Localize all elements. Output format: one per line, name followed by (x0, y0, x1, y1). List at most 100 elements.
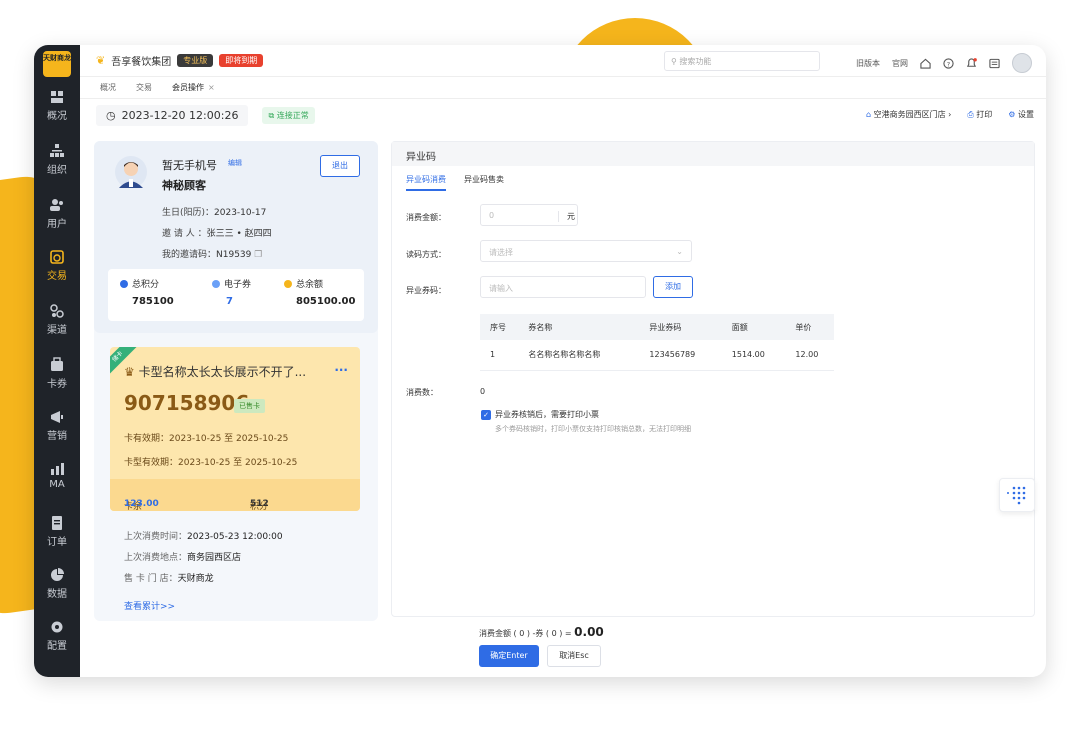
tab-overview[interactable]: 概况 (92, 79, 124, 96)
message-icon[interactable] (989, 58, 1000, 69)
member-stats: 总积分 785100 电子券 7 总余额 805100.00 (108, 269, 364, 321)
top-links: 旧版本 官网 ? (856, 53, 1032, 73)
sidebar-item-card[interactable]: 卡券 (34, 357, 80, 407)
card-title: ♛ 卡型名称太长太长展示不开了... (124, 363, 306, 380)
card-type-valid-row: 卡型有效期：2023-10-25 至 2025-10-25 (124, 455, 297, 468)
sidebar-item-label: 营销 (47, 431, 67, 442)
read-mode-placeholder: 请选择 (489, 248, 513, 257)
sidebar: 天财商龙 概况 组织 用户 交易 渠道 卡券 营销 MA 订单 数据 配置 (34, 45, 80, 677)
crown-icon: ♛ (124, 365, 139, 379)
user-avatar[interactable] (1012, 53, 1032, 73)
sidebar-item-channel[interactable]: 渠道 (34, 303, 80, 353)
points-stat: 总积分 785100 (120, 277, 174, 307)
old-version-link[interactable]: 旧版本 (856, 58, 880, 69)
tab-member-operation[interactable]: 会员操作 × (164, 79, 223, 96)
keypad-float-button[interactable] (999, 478, 1035, 512)
sidebar-item-order[interactable]: 订单 (34, 515, 80, 565)
store-name: 空港商务园西区门店 (873, 110, 946, 119)
stage: 天财商龙 概况 组织 用户 交易 渠道 卡券 营销 MA 订单 数据 配置 ❦ … (0, 0, 1080, 731)
code-table: 序号 券名称 异业券码 面额 单价 1 名名称名称名称名称 123456789 … (480, 314, 834, 371)
sidebar-item-settings[interactable]: 配置 (34, 619, 80, 669)
member-stored-card[interactable]: 储卡 ♛ 卡型名称太长太长展示不开了... ··· 907158906 已售卡 … (110, 347, 360, 511)
coupons-label: 电子券 (224, 280, 252, 290)
points-icon (120, 280, 128, 288)
card-valid-label: 卡有效期： (124, 434, 170, 444)
table-header: 面额 (721, 314, 786, 340)
invite-code-label: 我的邀请码： (162, 250, 217, 260)
coupons-stat[interactable]: 电子券 7 (212, 277, 251, 307)
amount-label: 消费金额： (406, 213, 446, 222)
data-icon (49, 567, 65, 583)
company-name[interactable]: 吾享餐饮集团 (111, 53, 171, 68)
card-type-valid-value: 2023-10-25 至 2025-10-25 (178, 458, 298, 468)
add-code-button[interactable]: 添加 (653, 276, 693, 298)
member-level: 神秘顾客 (162, 179, 206, 192)
store-selector[interactable]: ⌂ 空港商务园西区门店 › (866, 109, 951, 120)
datetime-text: 2023-12-20 12:00:26 (121, 108, 239, 122)
settings-button[interactable]: ⚙ 设置 (1008, 109, 1034, 120)
tab-cross-code-consume[interactable]: 异业码消费 (406, 174, 446, 191)
help-icon[interactable]: ? (943, 57, 954, 69)
table-row[interactable]: 1 名名称名称名称名称 123456789 1514.00 12.00 (480, 340, 834, 371)
sidebar-item-org[interactable]: 组织 (34, 143, 80, 193)
sidebar-item-label: 订单 (47, 537, 67, 548)
org-icon (49, 143, 65, 159)
sidebar-item-overview[interactable]: 概况 (34, 89, 80, 139)
card-balance-value: 123.00 (124, 499, 159, 509)
app-logo: 天财商龙 (43, 51, 71, 77)
read-mode-select[interactable]: 请选择 ⌄ (480, 240, 692, 262)
panel-title: 异业码 (392, 142, 1034, 166)
marketing-icon (49, 409, 65, 425)
view-cumulative-link[interactable]: 查看累计>> (124, 599, 175, 612)
edit-member-link[interactable]: 编辑 (228, 158, 242, 168)
official-site-link[interactable]: 官网 (892, 58, 908, 69)
company-icon: ❦ (96, 54, 106, 67)
card-valid-row: 卡有效期：2023-10-25 至 2025-10-25 (124, 431, 288, 444)
table-cell: 1514.00 (721, 340, 786, 371)
copy-icon[interactable]: ❐ (254, 250, 262, 260)
sidebar-item-users[interactable]: 用户 (34, 197, 80, 247)
print-button[interactable]: ⎙ 打印 (967, 109, 992, 120)
exit-button[interactable]: 退出 (320, 155, 360, 177)
sidebar-item-label: 配置 (47, 641, 67, 652)
print-receipt-label: 异业券核销后，需要打印小票 (495, 410, 599, 419)
coupon-icon (212, 280, 220, 288)
points-value: 785100 (132, 296, 174, 307)
table-header: 单价 (785, 314, 834, 340)
code-label: 异业券码： (406, 286, 446, 295)
more-icon[interactable]: ··· (334, 363, 348, 377)
member-panel: 暂无手机号 编辑 神秘顾客 退出 生日(阳历)：2023-10-17 邀 请 人… (94, 141, 378, 621)
table-cell: 名名称名称名称名称 (518, 340, 640, 371)
birthday-label: 生日(阳历)： (162, 208, 215, 218)
top-bar: ❦ 吾享餐饮集团 专业版 即将到期 ⚲ 搜索功能 旧版本 官网 ? (80, 45, 1046, 77)
cancel-button[interactable]: 取消Esc (547, 645, 601, 667)
balance-icon (284, 280, 292, 288)
last-place-value: 商务园西区店 (187, 553, 242, 563)
search-input[interactable]: ⚲ 搜索功能 (664, 51, 820, 71)
print-receipt-checkbox[interactable]: ✓ (481, 410, 491, 420)
info-actions: ⌂ 空港商务园西区门店 › ⎙ 打印 ⚙ 设置 (866, 109, 1034, 120)
count-value: 0 (480, 387, 486, 396)
sidebar-item-trade[interactable]: 交易 (34, 249, 80, 299)
settings-icon (49, 619, 65, 635)
tab-cross-code-sell[interactable]: 异业码售卖 (464, 174, 504, 191)
member-card: 暂无手机号 编辑 神秘顾客 退出 生日(阳历)：2023-10-17 邀 请 人… (94, 141, 378, 333)
printer-icon: ⎙ (967, 110, 977, 119)
clock-icon: ◷ (106, 108, 116, 122)
sidebar-item-label: 卡券 (47, 379, 67, 390)
sidebar-item-ma[interactable]: MA (34, 461, 80, 511)
bell-icon[interactable] (966, 57, 977, 69)
confirm-button[interactable]: 确定Enter (479, 645, 539, 667)
table-header: 券名称 (518, 314, 640, 340)
sidebar-item-data[interactable]: 数据 (34, 567, 80, 617)
cross-code-panel: 异业码 异业码消费 异业码售卖 消费金额： 0 元 读码方式： 请选择 ⌄ 异业券… (391, 141, 1035, 617)
chevron-down-icon: ⌄ (676, 247, 683, 256)
gear-icon: ⚙ (1008, 110, 1018, 119)
print-receipt-hint: 多个券码核销时，打印小票仅支持打印核销总数，无法打印明细 (495, 425, 691, 433)
sidebar-item-marketing[interactable]: 营销 (34, 409, 80, 459)
code-input[interactable]: 请输入 (480, 276, 646, 298)
inviter-value: 张三三 • 赵四四 (206, 229, 272, 239)
home-icon[interactable] (920, 58, 931, 69)
tab-trade[interactable]: 交易 (128, 79, 160, 96)
close-icon[interactable]: × (208, 83, 215, 92)
